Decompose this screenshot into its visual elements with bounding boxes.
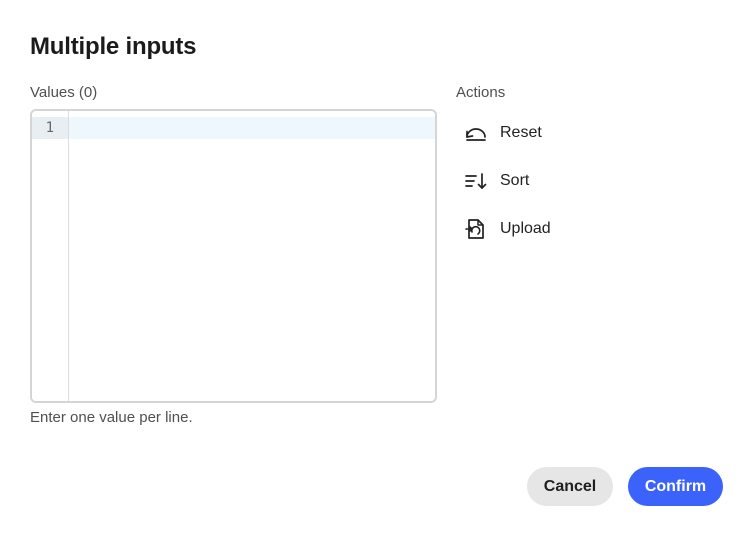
line-number: 1 bbox=[45, 120, 54, 136]
sort-icon bbox=[464, 169, 490, 193]
values-editor[interactable]: 1 bbox=[30, 109, 437, 403]
reset-icon bbox=[464, 121, 490, 145]
values-text-line[interactable] bbox=[76, 117, 429, 139]
multiple-inputs-dialog: Multiple inputs Values (0) 1 Enter one v… bbox=[0, 0, 750, 538]
confirm-button[interactable]: Confirm bbox=[628, 467, 723, 506]
upload-icon bbox=[464, 217, 490, 241]
reset-label: Reset bbox=[500, 124, 542, 141]
values-label: Values (0) bbox=[30, 84, 98, 101]
line-number-gutter: 1 bbox=[32, 111, 69, 401]
upload-label: Upload bbox=[500, 220, 551, 237]
actions-label: Actions bbox=[456, 84, 506, 101]
reset-action[interactable]: Reset bbox=[464, 117, 542, 149]
sort-label: Sort bbox=[500, 172, 530, 189]
values-help-text: Enter one value per line. bbox=[30, 409, 193, 426]
upload-action[interactable]: Upload bbox=[464, 213, 551, 245]
sort-action[interactable]: Sort bbox=[464, 165, 529, 197]
dialog-title: Multiple inputs bbox=[30, 33, 197, 60]
cancel-button[interactable]: Cancel bbox=[527, 467, 613, 506]
